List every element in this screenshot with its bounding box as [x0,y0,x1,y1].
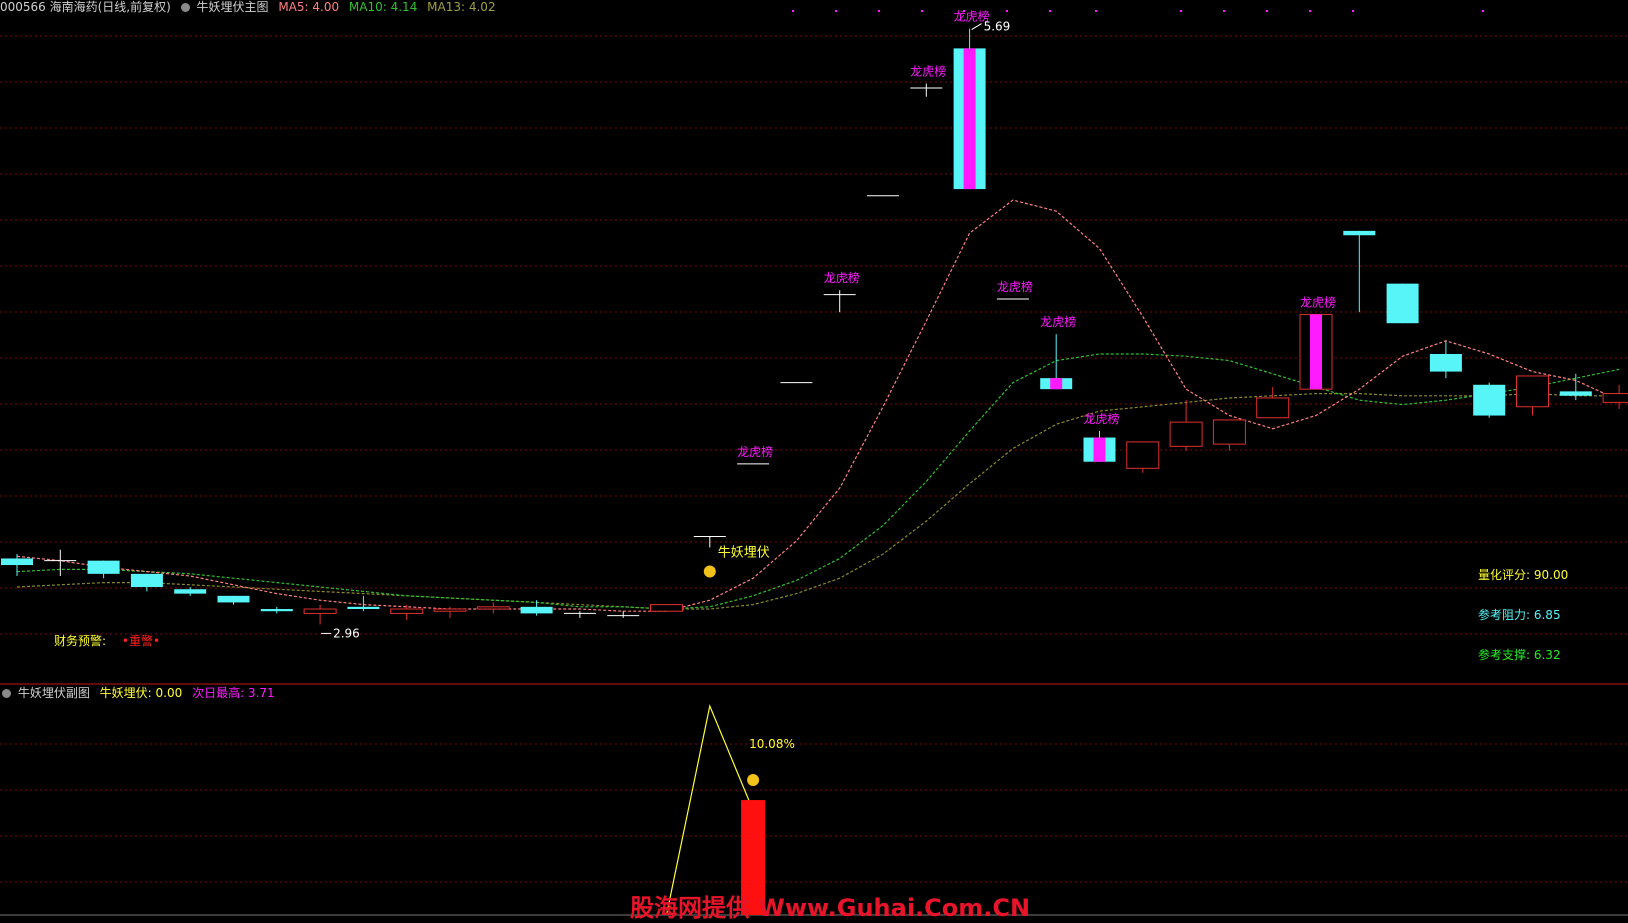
ma13-label: MA13: 4.02 [427,0,496,14]
dragon-board-label: 龙虎榜 [1300,294,1336,309]
next-high-value: 次日最高: 3.71 [192,686,275,700]
ambush-value: 牛妖埋伏: 0.00 [99,686,183,700]
dragon-board-label: 龙虎榜 [910,64,946,79]
candle-body [1429,353,1462,372]
candle-body [1559,391,1592,396]
dragon-board-label: 龙虎榜 [997,279,1033,294]
top-marker-dot [1095,10,1097,12]
ma13-line [16,392,1620,610]
top-marker-dot [1266,10,1268,12]
ambush-signal-label: 牛妖埋伏 [718,545,770,560]
high-marker-arrow [971,23,982,31]
candle-body [1602,393,1628,403]
quant-score: 量化评分: 90.00 [1478,568,1569,582]
candle-body [174,589,207,594]
dragon-board-label: 龙虎榜 [1083,411,1119,426]
low-marker-text: 2.96 [333,626,360,640]
sub-header: 牛妖埋伏副图 牛妖埋伏: 0.00 次日最高: 3.71 [2,686,275,700]
candle-body [476,606,510,610]
candle-body [217,595,250,603]
candle-body [520,606,553,614]
candle-body [1212,419,1246,445]
stock-title[interactable]: 000566 海南海药(日线,前复权) [0,0,171,14]
candle-body [303,608,337,614]
top-marker-dot [921,10,923,12]
percent-label: 10.08% [749,737,795,751]
candle-body [130,573,163,588]
candle-body [1126,441,1160,469]
candle-body [433,608,467,612]
top-marker-dot [835,10,837,12]
candle-body [1256,397,1290,419]
sub-panel-name: 牛妖埋伏副图 [17,686,90,700]
finance-warning-value: •重警• [121,634,161,648]
top-marker-dot [792,10,794,12]
candle-body [260,609,293,612]
resistance-level: 参考阻力: 6.85 [1478,608,1561,622]
candle-body [347,606,380,610]
top-marker-dot [878,10,880,12]
dragon-board-bar [1093,437,1106,462]
smiley-icon [703,565,716,578]
panel-menu-icon[interactable] [180,3,190,12]
top-marker-dot [1006,10,1008,12]
candle-body [1169,421,1203,447]
top-marker-dot [1223,10,1225,12]
dragon-board-bar [963,48,976,190]
top-marker-dot [1482,10,1484,12]
ma10-label: MA10: 4.14 [348,0,418,14]
top-marker-dot [1180,10,1182,12]
finance-warning: 财务预警: •重警• [54,634,160,648]
finance-warning-label: 财务预警: [54,634,107,648]
main-header: 000566 海南海药(日线,前复权) 牛妖埋伏主图 MA5: 4.00 MA1… [0,0,496,14]
ambush-line [665,703,754,916]
candle-body [1516,375,1549,408]
dragon-board-label: 龙虎榜 [737,444,773,459]
ma5-line [16,199,1620,612]
candle-body [1,558,33,566]
top-marker-dot [1352,10,1354,12]
ma10-line [16,353,1620,610]
candle-body [1386,283,1419,324]
candle-body [1473,384,1506,416]
smiley-icon [747,774,760,786]
sub-panel-menu-icon[interactable] [2,689,11,698]
dragon-board-bar [1050,378,1063,390]
stock-chart: 龙虎榜龙虎榜龙虎榜龙虎榜龙虎榜龙虎榜龙虎榜龙虎榜5.692.96牛妖埋伏10.0… [0,9,1628,916]
ma5-label: MA5: 4.00 [278,0,340,14]
high-marker-text: 5.69 [984,20,1011,34]
candle-body [650,604,683,612]
dragon-board-label: 龙虎榜 [1040,314,1076,329]
top-marker-dot [1309,10,1311,12]
candle-body [390,608,424,614]
support-level: 参考支撑: 6.32 [1478,648,1561,662]
dragon-board-bar [1310,314,1322,390]
top-marker-dot [1049,10,1051,12]
candle-body [1343,230,1376,236]
dragon-board-label: 龙虎榜 [824,270,860,285]
main-panel-name: 牛妖埋伏主图 [196,0,269,14]
candle-body [87,560,120,574]
